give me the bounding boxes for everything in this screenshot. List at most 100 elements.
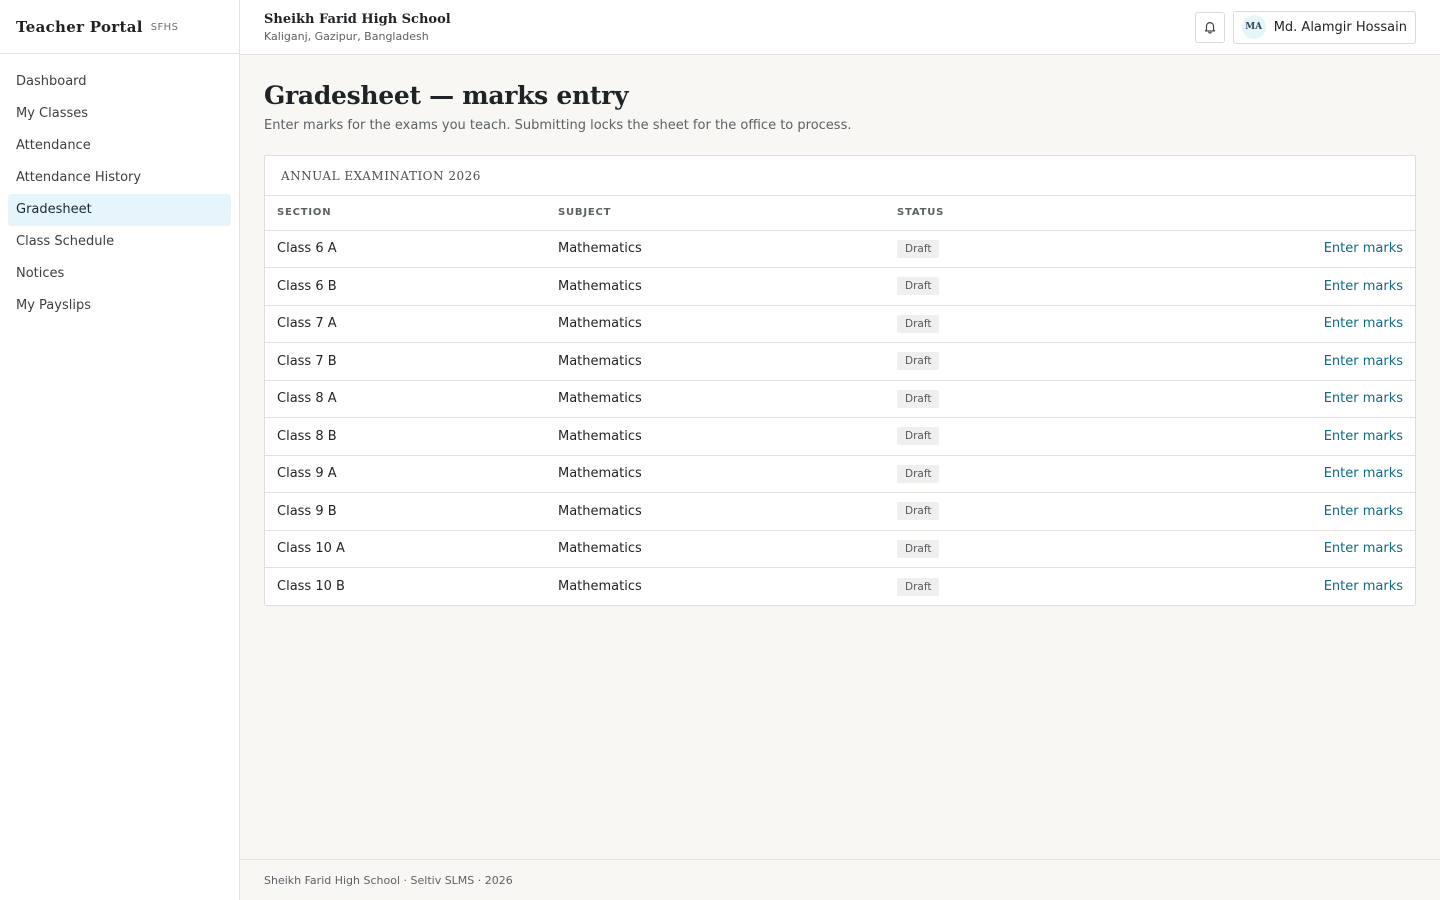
subject-cell: Mathematics bbox=[546, 380, 885, 418]
subject-cell: Mathematics bbox=[546, 230, 885, 268]
sidebar-item-notices[interactable]: Notices bbox=[8, 258, 231, 290]
section-cell: Class 6 A bbox=[265, 230, 546, 268]
table-row: Class 7 A Mathematics Draft Enter marks bbox=[265, 305, 1415, 343]
status-badge: Draft bbox=[897, 314, 940, 333]
footer: Sheikh Farid High School · Seltiv SLMS ·… bbox=[240, 859, 1440, 900]
status-cell: Draft bbox=[885, 492, 1102, 531]
status-badge: Draft bbox=[897, 352, 940, 371]
status-badge: Draft bbox=[897, 464, 940, 483]
topbar: Sheikh Farid High School Kaliganj, Gazip… bbox=[240, 0, 1440, 55]
action-cell: Enter marks bbox=[1101, 230, 1415, 268]
action-cell: Enter marks bbox=[1101, 380, 1415, 418]
status-badge: Draft bbox=[897, 389, 940, 408]
school-name: Sheikh Farid High School bbox=[264, 11, 451, 27]
status-cell: Draft bbox=[885, 342, 1102, 381]
avatar: MA bbox=[1241, 15, 1266, 39]
action-cell: Enter marks bbox=[1101, 455, 1415, 493]
action-cell: Enter marks bbox=[1101, 568, 1415, 606]
status-badge: Draft bbox=[897, 277, 940, 296]
action-cell: Enter marks bbox=[1101, 342, 1415, 381]
app-shell: Teacher Portal SFHS Dashboard My Classes A… bbox=[0, 0, 1440, 900]
sidebar-nav: Dashboard My Classes Attendance Attendance … bbox=[0, 54, 239, 334]
gradesheet-table: SECTION SUBJECT STATUS Class 6 A Mathemat… bbox=[265, 196, 1415, 605]
column-header-subject: SUBJECT bbox=[546, 196, 885, 231]
sidebar-item-attendance-history[interactable]: Attendance History bbox=[8, 162, 231, 194]
subject-cell: Mathematics bbox=[546, 342, 885, 381]
sidebar-item-my-classes[interactable]: My Classes bbox=[8, 98, 231, 130]
section-cell: Class 6 B bbox=[265, 267, 546, 306]
main-area: Sheikh Farid High School Kaliganj, Gazip… bbox=[240, 0, 1440, 900]
section-cell: Class 9 A bbox=[265, 455, 546, 493]
sidebar-item-my-payslips[interactable]: My Payslips bbox=[8, 290, 231, 322]
bell-icon bbox=[1204, 22, 1215, 34]
brand: Teacher Portal SFHS bbox=[0, 0, 239, 54]
enter-marks-link[interactable]: Enter marks bbox=[1324, 391, 1403, 406]
table-row: Class 6 B Mathematics Draft Enter marks bbox=[265, 267, 1415, 306]
enter-marks-link[interactable]: Enter marks bbox=[1324, 354, 1403, 369]
section-cell: Class 8 B bbox=[265, 417, 546, 456]
sidebar-item-gradesheet[interactable]: Gradesheet bbox=[8, 194, 231, 226]
status-badge: Draft bbox=[897, 239, 940, 258]
status-cell: Draft bbox=[885, 530, 1102, 568]
enter-marks-link[interactable]: Enter marks bbox=[1324, 429, 1403, 444]
topbar-actions: MA Md. Alamgir Hossain bbox=[1194, 10, 1416, 44]
enter-marks-link[interactable]: Enter marks bbox=[1324, 466, 1403, 481]
brand-title: Teacher Portal bbox=[16, 17, 143, 36]
action-cell: Enter marks bbox=[1101, 305, 1415, 343]
sidebar-item-attendance[interactable]: Attendance bbox=[8, 130, 231, 162]
action-cell: Enter marks bbox=[1101, 530, 1415, 568]
subject-cell: Mathematics bbox=[546, 530, 885, 568]
status-badge: Draft bbox=[897, 427, 940, 446]
action-cell: Enter marks bbox=[1101, 492, 1415, 531]
status-cell: Draft bbox=[885, 380, 1102, 418]
enter-marks-link[interactable]: Enter marks bbox=[1324, 579, 1403, 594]
sidebar-item-class-schedule[interactable]: Class Schedule bbox=[8, 226, 231, 258]
school-info: Sheikh Farid High School Kaliganj, Gazip… bbox=[264, 12, 451, 43]
table-row: Class 9 B Mathematics Draft Enter marks bbox=[265, 492, 1415, 531]
exam-heading: ANNUAL EXAMINATION 2026 bbox=[265, 156, 1415, 196]
status-cell: Draft bbox=[885, 455, 1102, 493]
user-name: Md. Alamgir Hossain bbox=[1273, 19, 1407, 35]
table-row: Class 6 A Mathematics Draft Enter marks bbox=[265, 230, 1415, 268]
section-cell: Class 9 B bbox=[265, 492, 546, 531]
status-badge: Draft bbox=[897, 502, 940, 521]
column-header-action bbox=[1101, 196, 1415, 231]
enter-marks-link[interactable]: Enter marks bbox=[1324, 541, 1403, 556]
status-cell: Draft bbox=[885, 230, 1102, 268]
column-header-section: SECTION bbox=[265, 196, 546, 231]
section-cell: Class 7 B bbox=[265, 342, 546, 381]
table-header-row: SECTION SUBJECT STATUS bbox=[265, 196, 1415, 231]
subject-cell: Mathematics bbox=[546, 492, 885, 531]
enter-marks-link[interactable]: Enter marks bbox=[1324, 504, 1403, 519]
enter-marks-link[interactable]: Enter marks bbox=[1324, 316, 1403, 331]
notifications-button[interactable] bbox=[1194, 11, 1225, 43]
subject-cell: Mathematics bbox=[546, 455, 885, 493]
page-title: Gradesheet — marks entry bbox=[264, 81, 629, 110]
section-cell: Class 10 B bbox=[277, 579, 345, 594]
section-cell: Class 7 A bbox=[265, 305, 546, 343]
enter-marks-link[interactable]: Enter marks bbox=[1324, 241, 1403, 256]
subject-cell: Mathematics bbox=[546, 305, 885, 343]
enter-marks-link[interactable]: Enter marks bbox=[1324, 279, 1403, 294]
status-cell: Draft bbox=[885, 305, 1102, 343]
status-cell: Draft bbox=[885, 417, 1102, 456]
table-row: Class 10 B Mathematics Draft Enter marks bbox=[265, 568, 1415, 606]
page-subtitle: Enter marks for the exams you teach. Sub… bbox=[264, 118, 852, 133]
exam-card: ANNUAL EXAMINATION 2026 SECTION SUBJECT … bbox=[264, 155, 1416, 606]
brand-code: SFHS bbox=[150, 22, 179, 33]
column-header-status: STATUS bbox=[885, 196, 1102, 231]
user-menu-button[interactable]: MA Md. Alamgir Hossain bbox=[1232, 10, 1416, 44]
subject-cell: Mathematics bbox=[558, 579, 642, 594]
sidebar-item-dashboard[interactable]: Dashboard bbox=[8, 66, 231, 98]
status-badge: Draft bbox=[897, 539, 940, 558]
subject-cell: Mathematics bbox=[546, 417, 885, 456]
school-location: Kaliganj, Gazipur, Bangladesh bbox=[264, 29, 429, 43]
table-row: Class 9 A Mathematics Draft Enter marks bbox=[265, 455, 1415, 493]
status-cell: Draft bbox=[885, 568, 1101, 606]
sidebar: Teacher Portal SFHS Dashboard My Classes A… bbox=[0, 0, 240, 900]
content: Gradesheet — marks entry Enter marks for… bbox=[240, 55, 1440, 859]
action-cell: Enter marks bbox=[1101, 417, 1415, 456]
table-row: Class 7 B Mathematics Draft Enter marks bbox=[265, 342, 1415, 381]
action-cell: Enter marks bbox=[1101, 267, 1415, 306]
section-cell: Class 10 A bbox=[265, 530, 546, 568]
